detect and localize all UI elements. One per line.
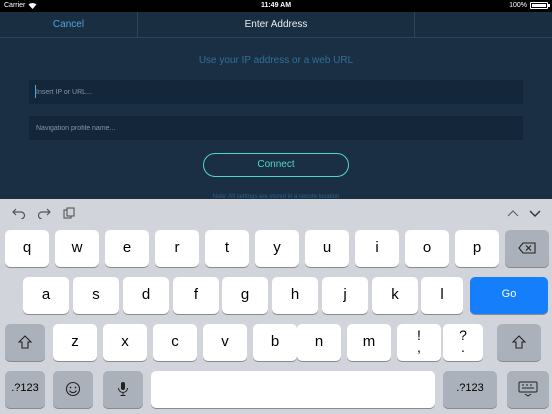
key-t[interactable]: t: [205, 230, 249, 267]
profile-name-input[interactable]: [29, 116, 523, 140]
shift-icon: [511, 335, 527, 349]
key-z[interactable]: z: [53, 324, 97, 361]
emoji-key[interactable]: [53, 371, 93, 408]
key-n[interactable]: n: [297, 324, 341, 361]
backspace-icon: [518, 242, 536, 254]
key-exclaim-comma[interactable]: ! ,: [397, 324, 441, 361]
key-g[interactable]: g: [222, 277, 268, 314]
connect-button[interactable]: Connect: [203, 153, 349, 177]
space-bar[interactable]: [151, 371, 435, 408]
paste-icon[interactable]: [62, 207, 76, 219]
key-f[interactable]: f: [173, 277, 219, 314]
nav-right-area: [414, 12, 552, 37]
go-key[interactable]: Go: [470, 277, 548, 314]
undo-icon[interactable]: [12, 207, 26, 219]
chevron-down-icon[interactable]: [528, 207, 542, 219]
text-caret: [35, 85, 36, 98]
key-a[interactable]: a: [23, 277, 69, 314]
shift-key-right[interactable]: [497, 324, 541, 361]
delete-key[interactable]: [505, 230, 549, 267]
key-p[interactable]: p: [455, 230, 499, 267]
key-o[interactable]: o: [405, 230, 449, 267]
key-d[interactable]: d: [123, 277, 169, 314]
key-period-label: .: [461, 339, 465, 355]
shift-key-left[interactable]: [5, 324, 45, 361]
status-bar: Carrier 11:49 AM 100%: [0, 0, 552, 12]
keyboard-dismiss-icon: [518, 381, 538, 397]
microphone-icon: [118, 382, 128, 396]
key-l[interactable]: l: [421, 277, 463, 314]
key-r[interactable]: r: [155, 230, 199, 267]
key-y[interactable]: y: [255, 230, 299, 267]
key-c[interactable]: c: [153, 324, 197, 361]
key-x[interactable]: x: [103, 324, 147, 361]
on-screen-keyboard: q w e r t y u i o p a s d f g h j k l Go…: [0, 199, 552, 414]
dictation-key[interactable]: [103, 371, 143, 408]
key-m[interactable]: m: [347, 324, 391, 361]
key-j[interactable]: j: [322, 277, 368, 314]
numbers-key-left[interactable]: .?123: [5, 371, 45, 408]
emoji-icon: [65, 381, 81, 397]
nav-bar: Cancel Enter Address: [0, 12, 552, 38]
status-time: 11:49 AM: [260, 2, 292, 9]
key-v[interactable]: v: [203, 324, 247, 361]
key-question-period[interactable]: ? .: [443, 324, 483, 361]
key-comma-label: ,: [417, 339, 421, 355]
hide-keyboard-key[interactable]: [507, 371, 549, 408]
page-title: Enter Address: [244, 19, 308, 30]
key-h[interactable]: h: [272, 277, 318, 314]
redo-icon[interactable]: [37, 207, 51, 219]
keyboard-toolbar: [0, 199, 552, 227]
cancel-button[interactable]: Cancel: [0, 12, 138, 37]
battery-group: 100%: [509, 2, 550, 9]
key-i[interactable]: i: [355, 230, 399, 267]
key-q[interactable]: q: [5, 230, 49, 267]
shift-icon: [17, 335, 33, 349]
battery-percent: 100%: [509, 2, 527, 9]
address-hint: Use your IP address or a web URL: [198, 55, 354, 66]
key-k[interactable]: k: [372, 277, 418, 314]
key-u[interactable]: u: [305, 230, 349, 267]
battery-icon: [530, 2, 550, 9]
numbers-key-right[interactable]: .?123: [443, 371, 497, 408]
ip-url-input[interactable]: [29, 80, 523, 104]
key-b[interactable]: b: [253, 324, 297, 361]
chevron-up-icon[interactable]: [506, 207, 520, 219]
key-s[interactable]: s: [73, 277, 119, 314]
key-w[interactable]: w: [55, 230, 99, 267]
key-e[interactable]: e: [105, 230, 149, 267]
